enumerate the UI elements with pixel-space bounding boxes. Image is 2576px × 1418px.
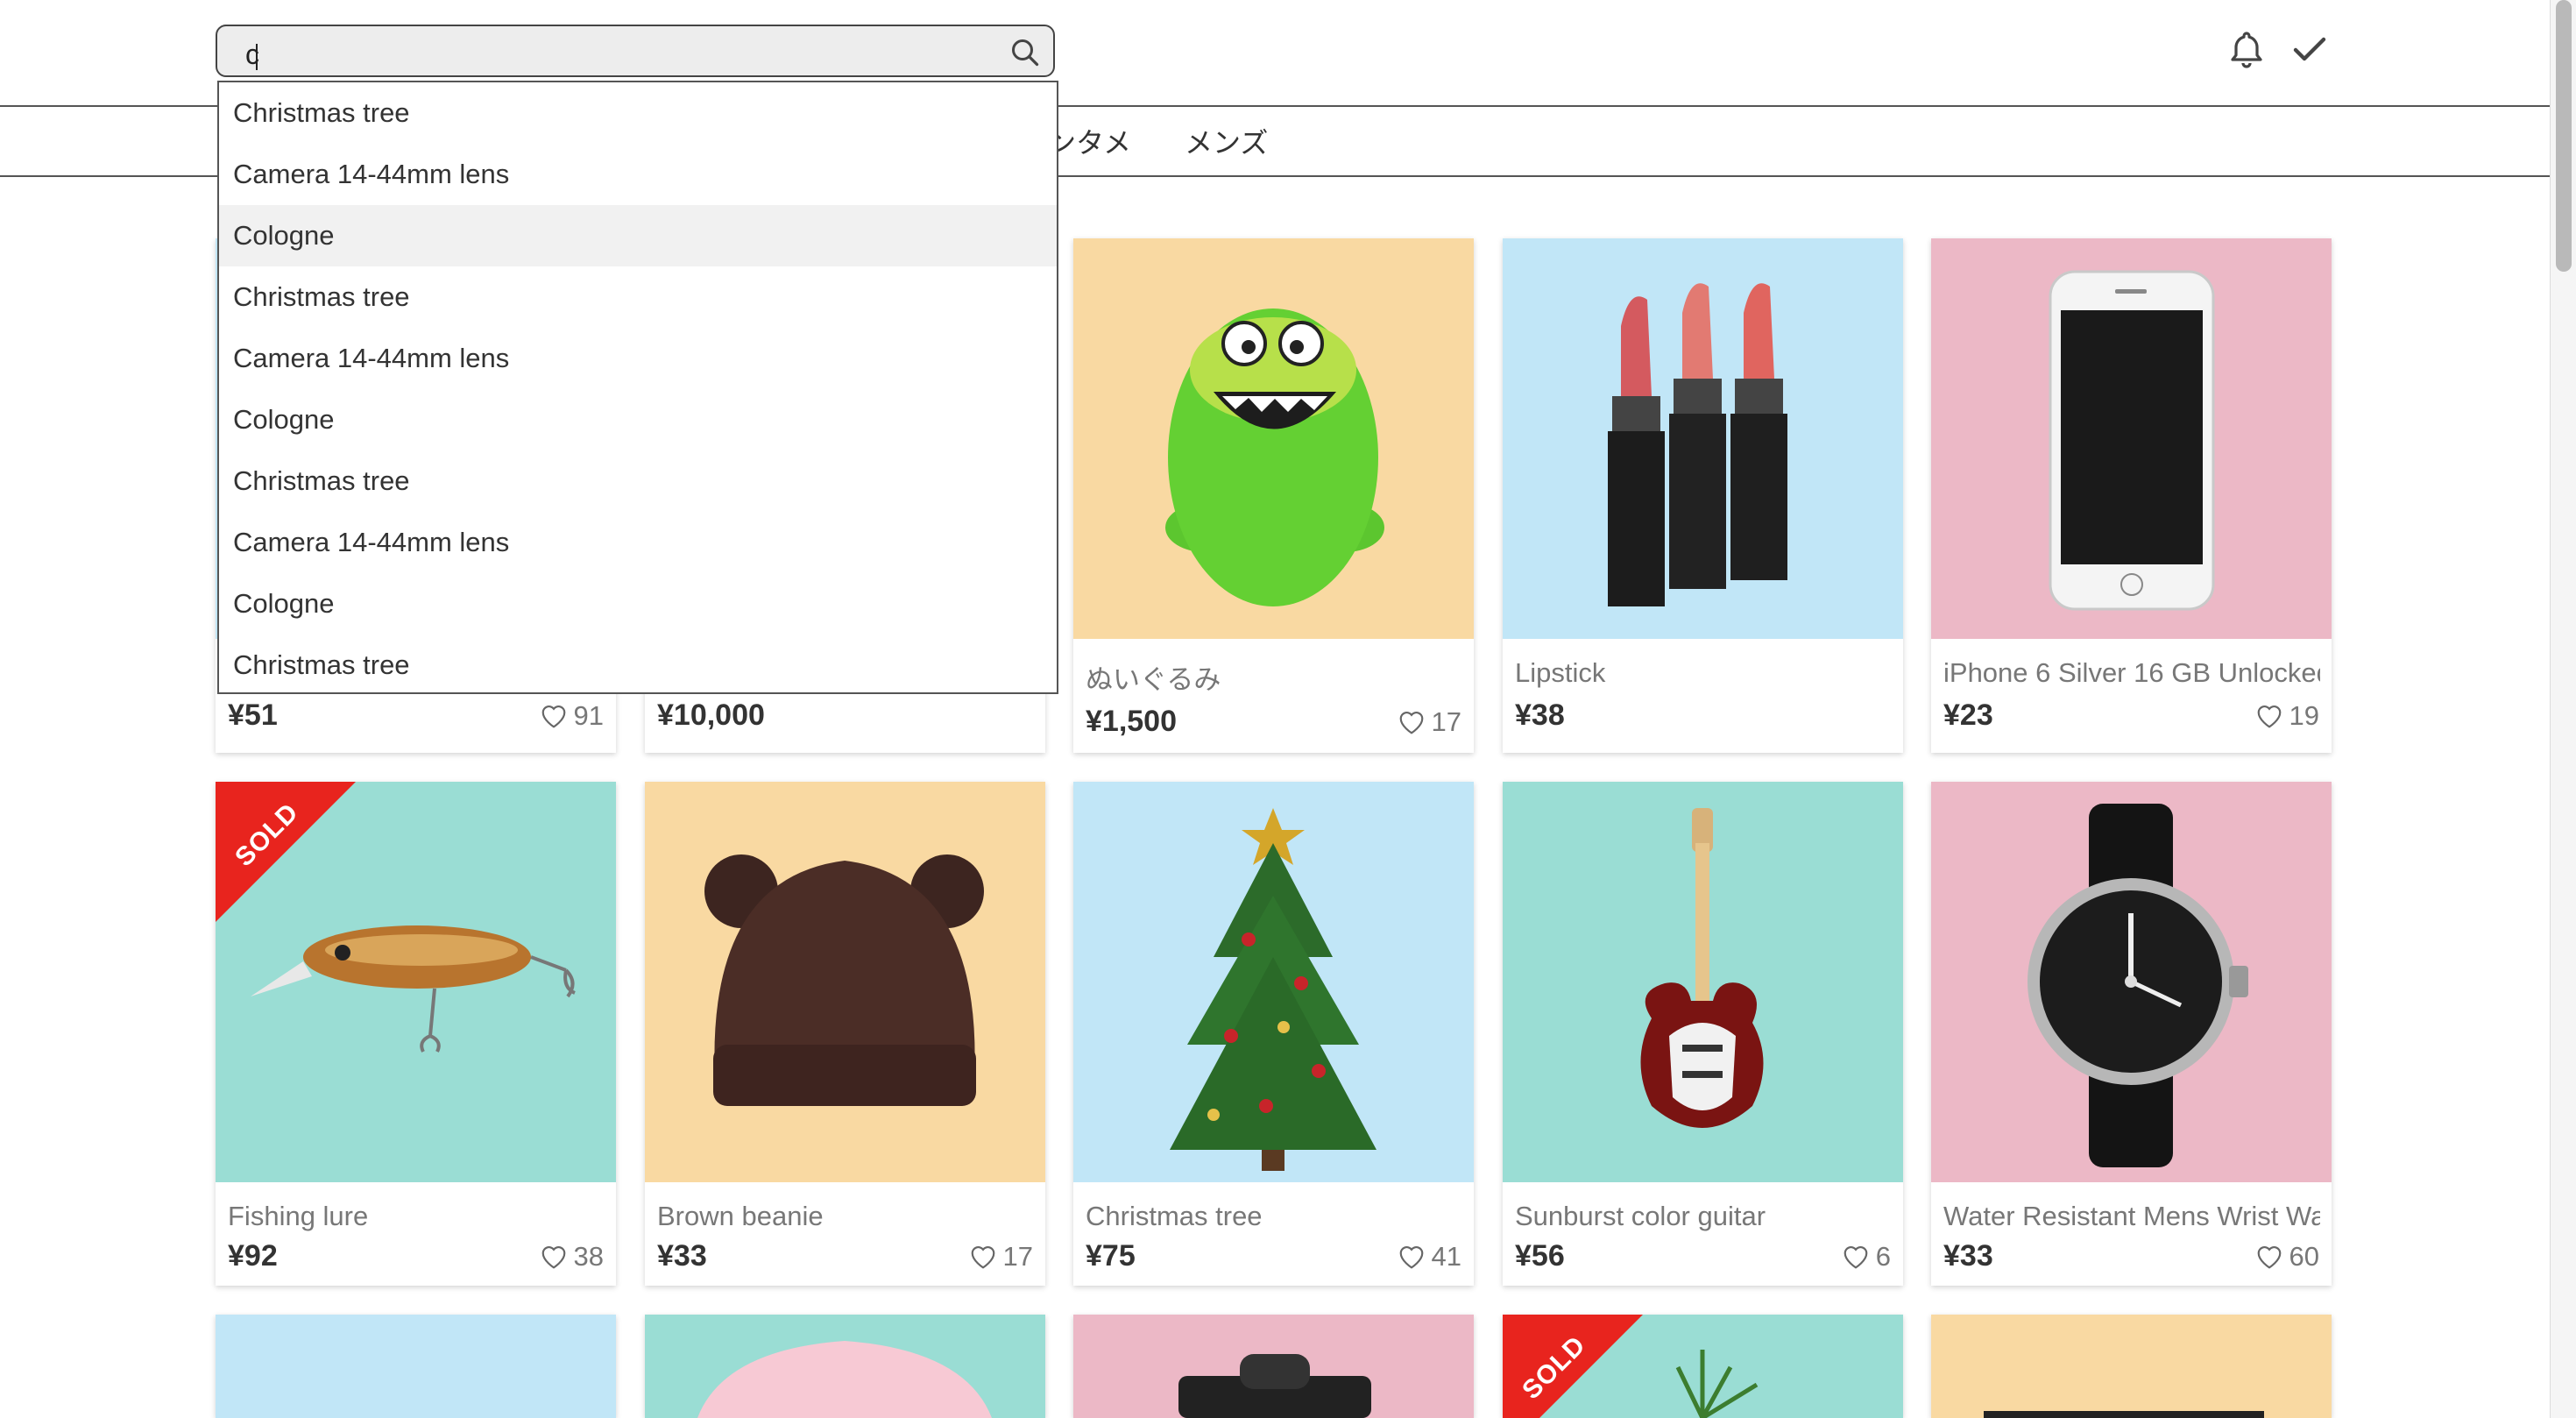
product-card[interactable]	[1931, 1315, 2332, 1418]
product-name: iPhone 6 Silver 16 GB Unlocked	[1943, 657, 2320, 688]
product-image-iphone	[1931, 238, 2332, 639]
like-count[interactable]: 19	[2254, 700, 2319, 732]
like-count[interactable]: 60	[2254, 1241, 2319, 1273]
scrollbar[interactable]	[2550, 0, 2576, 1418]
sold-badge: SOLD	[1503, 1315, 1643, 1418]
heart-icon	[971, 1246, 994, 1269]
product-image	[1931, 1315, 2332, 1418]
search-input[interactable]: c	[216, 25, 1055, 77]
product-image-christmas-tree	[1073, 782, 1474, 1182]
product-image-lipstick	[1503, 238, 1903, 639]
heart-icon	[541, 1246, 565, 1269]
sold-badge: SOLD	[216, 782, 356, 922]
product-name: Water Resistant Mens Wrist Watch	[1943, 1201, 2320, 1231]
camera-illustration	[1178, 1354, 1371, 1418]
christmas-tree-illustration	[1170, 808, 1376, 1171]
product-image-watch	[1931, 782, 2332, 1182]
suggestion-item[interactable]: Christmas tree	[219, 266, 1057, 328]
guitar-illustration	[1640, 808, 1764, 1128]
suggestion-item[interactable]: Camera 14-44mm lens	[219, 328, 1057, 389]
like-count[interactable]: 41	[1397, 1241, 1461, 1273]
suggestion-item[interactable]: Christmas tree	[219, 635, 1057, 696]
product-card[interactable]: SOLD Fishing lure ¥92 38	[216, 782, 616, 1286]
iphone-illustration	[2049, 270, 2215, 611]
like-count[interactable]: 91	[539, 700, 604, 732]
suggestion-item[interactable]: Camera 14-44mm lens	[219, 512, 1057, 573]
product-card[interactable]	[216, 1315, 616, 1418]
product-image	[216, 1315, 616, 1418]
suggestion-item-highlighted[interactable]: Cologne	[219, 205, 1057, 266]
product-image-beanie	[645, 782, 1045, 1182]
plush-toy-illustration	[1165, 308, 1384, 606]
search-icon[interactable]	[1009, 37, 1041, 68]
product-card[interactable]: Water Resistant Mens Wrist Watch ¥33 60	[1931, 782, 2332, 1286]
suggestion-item[interactable]: Christmas tree	[219, 450, 1057, 512]
like-count[interactable]: 17	[968, 1241, 1033, 1273]
product-price: ¥33	[657, 1239, 707, 1273]
device-illustration	[1984, 1411, 2264, 1418]
nav-item-mens[interactable]: メンズ	[1185, 121, 1268, 161]
product-price: ¥75	[1086, 1239, 1136, 1273]
search-suggestions: Christmas tree Camera 14-44mm lens Colog…	[217, 81, 1058, 694]
product-price: ¥51	[228, 698, 278, 732]
product-name: ぬいぐるみ	[1086, 664, 1221, 695]
product-image-fishing-lure: SOLD	[216, 782, 616, 1182]
scrollbar-thumb[interactable]	[2556, 0, 2572, 272]
product-image: SOLD	[1503, 1315, 1903, 1418]
heart-icon	[1399, 1246, 1423, 1269]
suggestion-item[interactable]: Cologne	[219, 573, 1057, 635]
suggestion-item[interactable]: Christmas tree	[219, 82, 1057, 144]
beanie-illustration	[704, 854, 984, 1106]
product-name: Sunburst color guitar	[1515, 1201, 1766, 1231]
product-card[interactable]	[1073, 1315, 1474, 1418]
product-card[interactable]: iPhone 6 Silver 16 GB Unlocked ¥23 19	[1931, 238, 2332, 753]
like-count[interactable]: 38	[539, 1241, 604, 1273]
product-name: Brown beanie	[657, 1201, 824, 1231]
suggestion-item[interactable]: Camera 14-44mm lens	[219, 144, 1057, 205]
heart-icon	[2257, 1246, 2281, 1269]
product-card[interactable]: Lipstick ¥38	[1503, 238, 1903, 753]
heart-icon	[1844, 1246, 1868, 1269]
watch-illustration	[2028, 804, 2248, 1167]
product-name: Lipstick	[1515, 657, 1606, 688]
product-card[interactable]: SOLD	[1503, 1315, 1903, 1418]
check-icon[interactable]	[2289, 28, 2331, 70]
search-input-value: c	[245, 39, 259, 70]
product-price: ¥92	[228, 1239, 278, 1273]
product-card[interactable]: ぬいぐるみ ¥1,500 17	[1073, 238, 1474, 753]
product-image	[645, 1315, 1045, 1418]
product-price: ¥10,000	[657, 698, 765, 732]
product-card[interactable]: Brown beanie ¥33 17	[645, 782, 1045, 1286]
product-name: Fishing lure	[228, 1201, 369, 1231]
heart-icon	[2257, 705, 2281, 728]
product-price: ¥23	[1943, 698, 1993, 732]
product-card[interactable]	[645, 1315, 1045, 1418]
nav-item-entertainment[interactable]: ンタメ	[1048, 121, 1131, 161]
product-price: ¥1,500	[1086, 705, 1177, 738]
product-image	[1073, 1315, 1474, 1418]
product-card[interactable]: Sunburst color guitar ¥56 6	[1503, 782, 1903, 1286]
baby-clothes-illustration	[697, 1341, 992, 1418]
product-name: Christmas tree	[1086, 1201, 1263, 1231]
heart-icon	[541, 705, 565, 728]
suggestion-item[interactable]: Cologne	[219, 389, 1057, 450]
like-count[interactable]: 17	[1397, 706, 1461, 738]
product-price: ¥56	[1515, 1239, 1565, 1273]
product-price: ¥38	[1515, 698, 1565, 732]
lipstick-illustration	[1608, 283, 1787, 606]
product-card[interactable]: Christmas tree ¥75 41	[1073, 782, 1474, 1286]
product-image-plush-toy	[1073, 238, 1474, 639]
product-image-guitar	[1503, 782, 1903, 1182]
like-count[interactable]: 6	[1841, 1241, 1891, 1273]
product-price: ¥33	[1943, 1239, 1993, 1273]
heart-icon	[1399, 712, 1423, 734]
bell-icon[interactable]	[2226, 28, 2268, 70]
